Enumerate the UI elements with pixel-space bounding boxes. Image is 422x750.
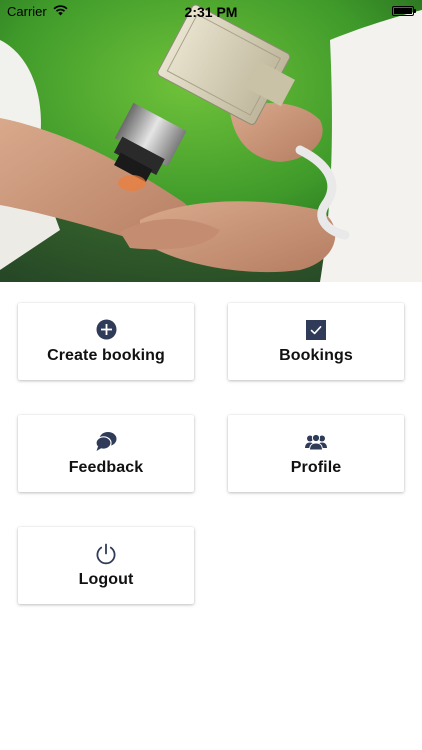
create-booking-label: Create booking [47,346,165,364]
feedback-label: Feedback [68,458,144,476]
profile-button[interactable]: Profile [228,415,404,492]
battery-fill [394,8,412,14]
plus-circle-icon [95,319,117,341]
bookings-label: Bookings [279,346,353,364]
logout-button[interactable]: Logout [18,527,194,604]
profile-label: Profile [290,458,342,476]
users-group-icon [305,431,327,453]
power-icon [95,543,117,565]
logout-label: Logout [78,570,134,588]
battery-icon [392,6,416,16]
hero-image [0,0,422,282]
check-square-icon [305,319,327,341]
feedback-button[interactable]: Feedback [18,415,194,492]
bookings-button[interactable]: Bookings [228,303,404,380]
chat-bubbles-icon [95,431,117,453]
status-bar: Carrier 2:31 PM [0,0,422,22]
home-screen: Carrier 2:31 PM Create booking Bookings … [0,0,422,750]
create-booking-button[interactable]: Create booking [18,303,194,380]
status-time: 2:31 PM [184,4,238,20]
